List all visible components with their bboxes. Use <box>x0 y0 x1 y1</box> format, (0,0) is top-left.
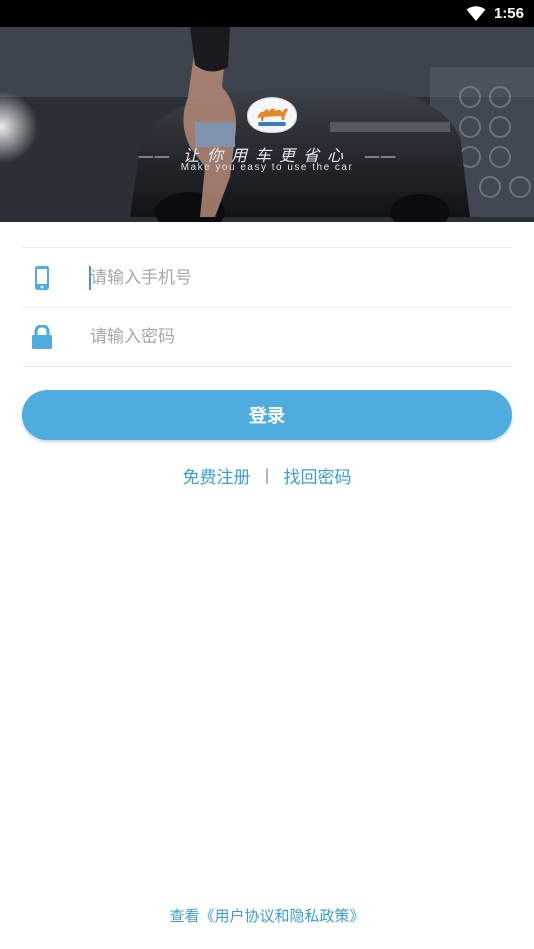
register-link[interactable]: 免费注册 <box>182 463 250 488</box>
phone-row <box>22 247 512 307</box>
login-screen: 1:56 —— 让你用车更省心 —— Make you easy to use … <box>0 0 534 949</box>
password-row <box>22 307 512 367</box>
camel-logo <box>247 97 297 133</box>
forgot-password-link[interactable]: 找回密码 <box>284 463 352 488</box>
phone-icon <box>24 265 60 290</box>
login-form <box>22 247 512 367</box>
login-button[interactable]: 登录 <box>22 390 512 440</box>
slogan-en: Make you easy to use the car <box>180 162 354 173</box>
status-bar: 1:56 <box>0 0 534 27</box>
password-input[interactable] <box>90 317 512 357</box>
lock-icon <box>24 325 60 349</box>
status-right: 1:56 <box>466 0 524 27</box>
banner-image: —— 让你用车更省心 —— Make you easy to use the c… <box>0 27 534 222</box>
agreement-link[interactable]: 查看《用户协议和隐私政策》 <box>0 905 534 926</box>
text-caret <box>89 266 91 290</box>
phone-input[interactable] <box>90 257 512 298</box>
account-links: 免费注册 | 找回密码 <box>0 462 534 488</box>
wifi-icon <box>466 5 486 21</box>
status-time: 1:56 <box>493 5 524 22</box>
camel-icon <box>257 108 288 126</box>
link-separator: | <box>264 466 270 484</box>
